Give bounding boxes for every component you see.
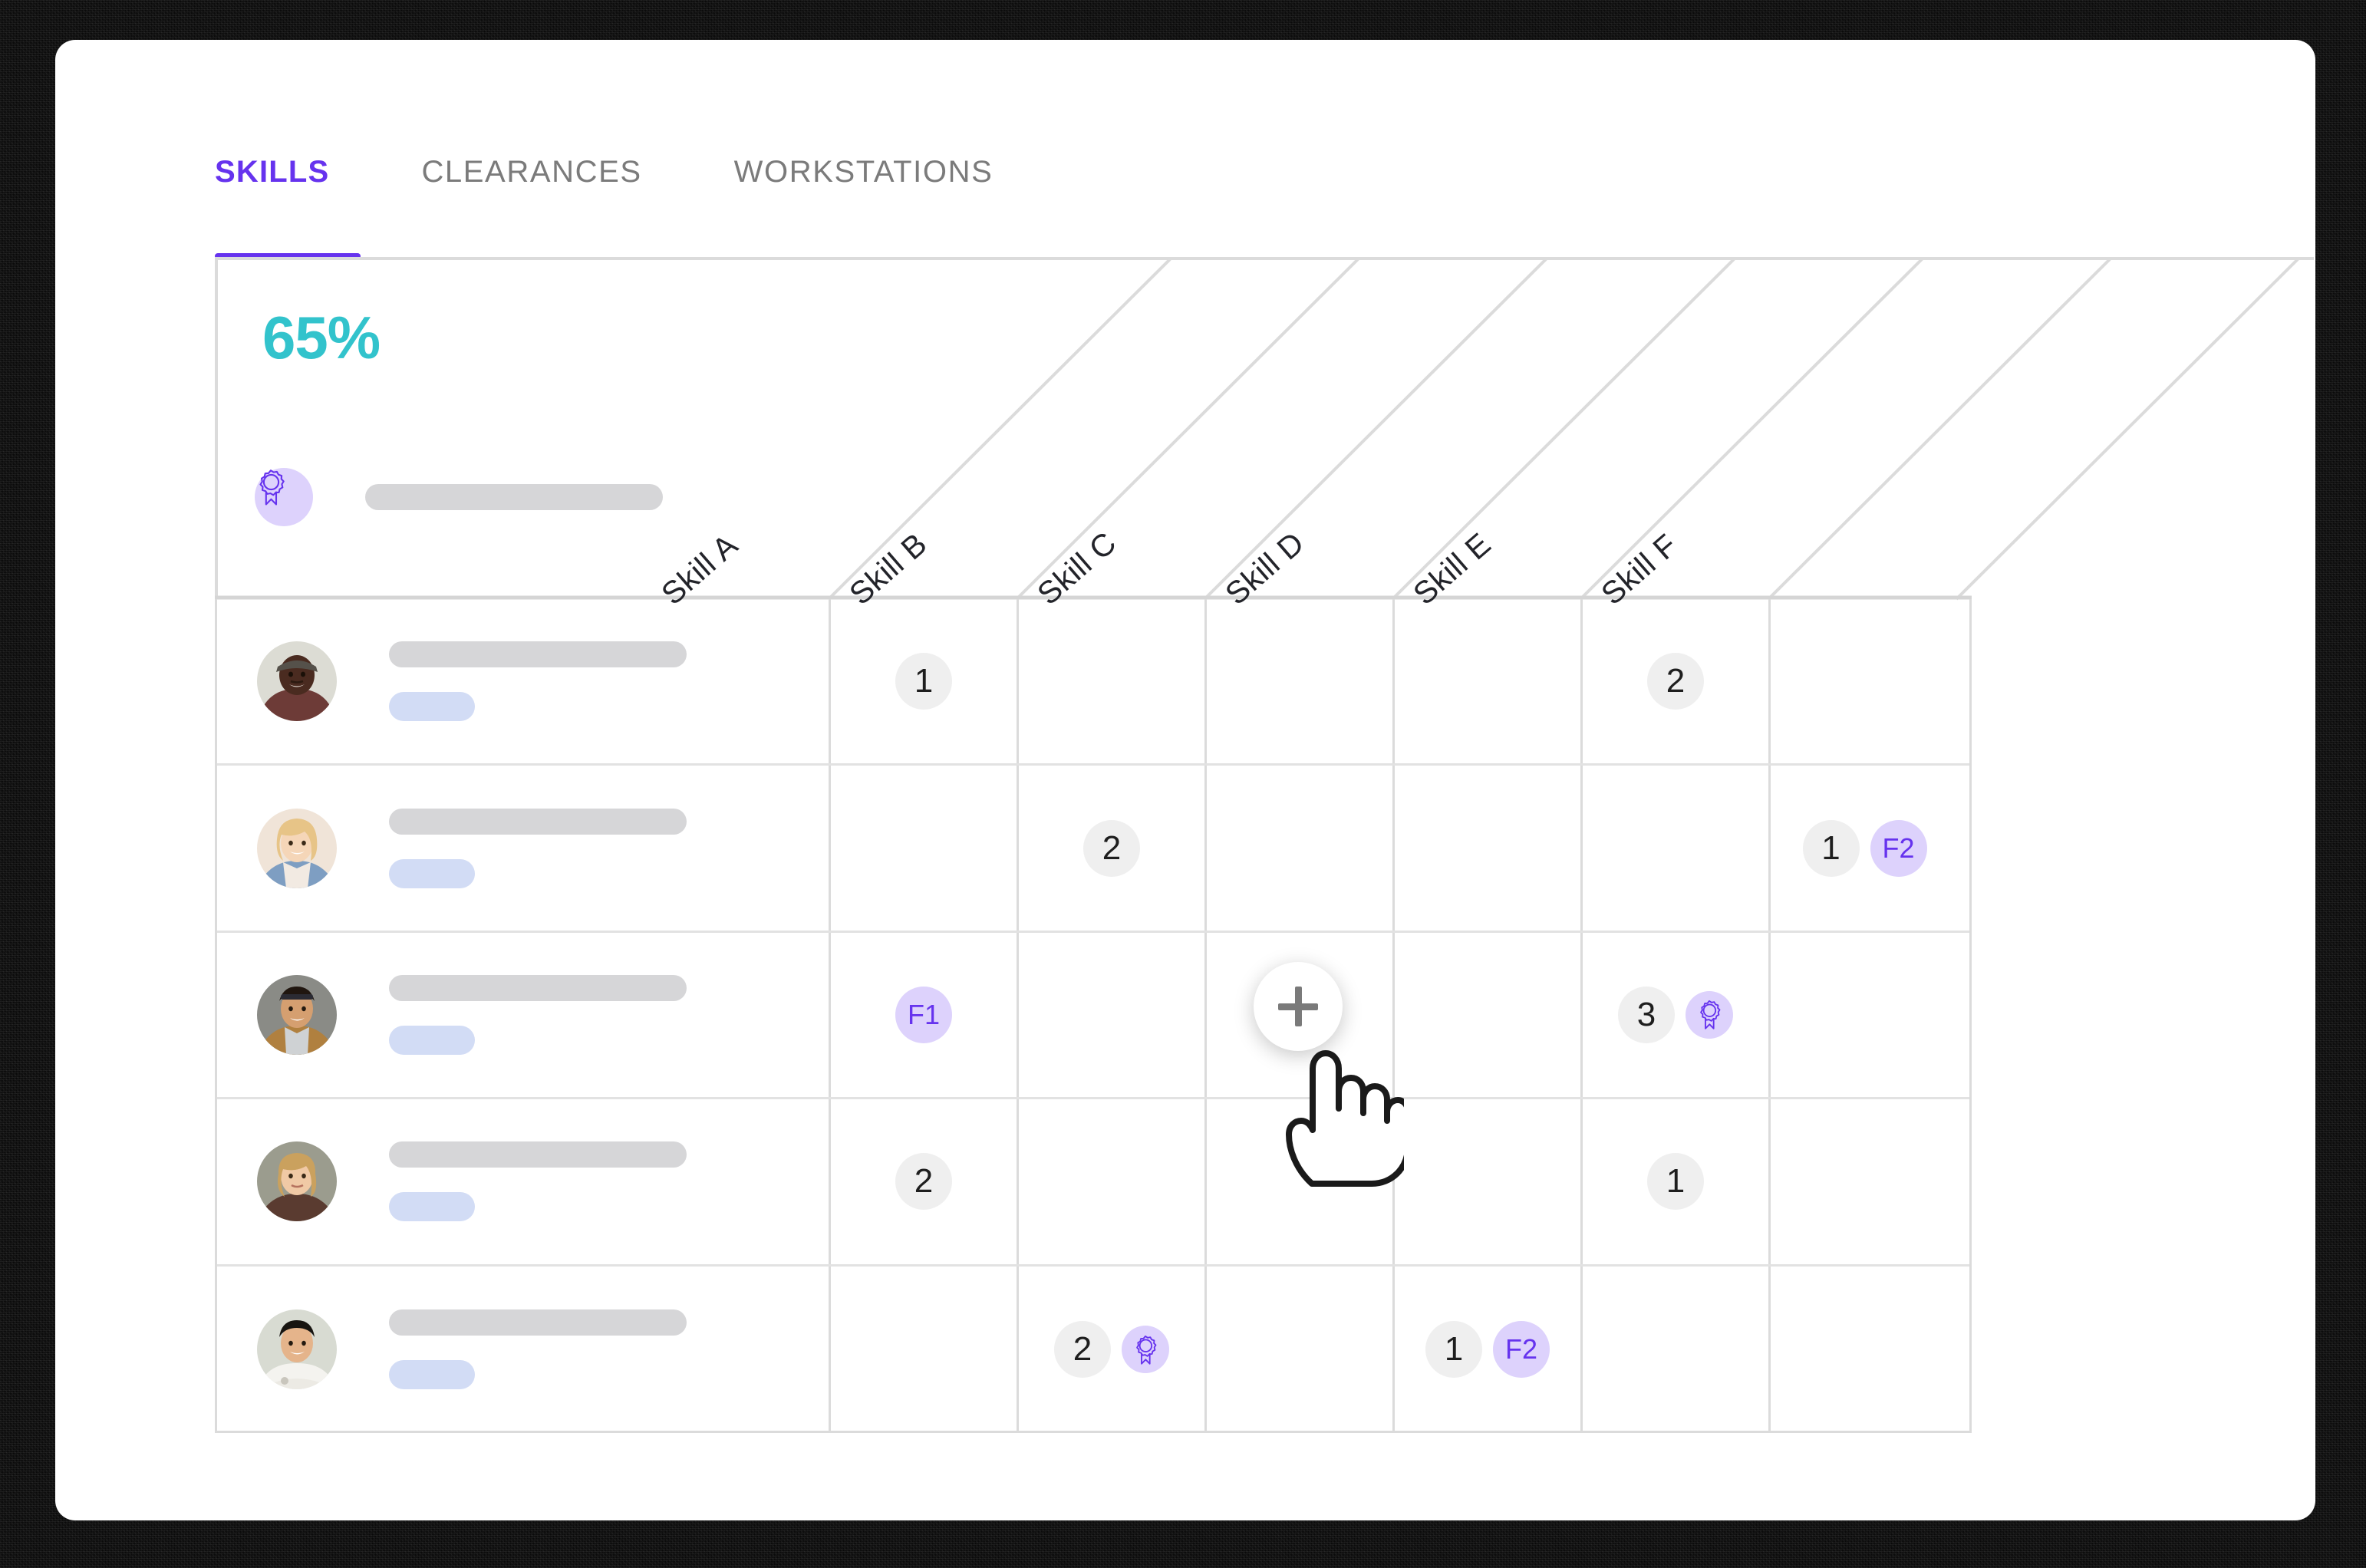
table-row[interactable]: 2 1 F2 <box>217 766 1969 933</box>
role-badge-bar <box>389 1025 475 1055</box>
table-row[interactable]: F1 3 <box>217 932 1969 1100</box>
role-badge-bar <box>389 1360 475 1390</box>
person-1-avatar <box>257 641 337 722</box>
role-badge-bar <box>389 692 475 722</box>
matrix-column-header-band: 65% Skill A Skill B Skill C Skill D Skil… <box>215 257 2314 611</box>
row-name-placeholder <box>389 1309 687 1390</box>
level-badge[interactable]: 2 <box>1647 653 1704 710</box>
matrix-grid-body: 1 2 2 1 F2 F1 3 2 1 2 1 F2 <box>215 599 1972 1433</box>
level-badge[interactable]: 1 <box>1425 1321 1482 1379</box>
flag-badge[interactable]: F2 <box>1870 819 1927 877</box>
cell-r3-skill-b[interactable] <box>1019 932 1207 1098</box>
cell-r1-skill-f[interactable] <box>1771 599 1959 763</box>
row-name-placeholder <box>389 808 687 888</box>
cell-r2-skill-d[interactable] <box>1395 766 1583 931</box>
person-3-avatar <box>257 974 337 1055</box>
cell-r4-skill-b[interactable] <box>1019 1099 1207 1264</box>
cell-r2-skill-a[interactable] <box>831 766 1019 931</box>
cell-r4-skill-a[interactable]: 2 <box>831 1099 1019 1264</box>
tab-skills[interactable]: SKILLS <box>215 155 329 223</box>
table-row[interactable]: 2 1 F2 <box>217 1266 1969 1433</box>
name-bar <box>389 974 687 1001</box>
flag-badge[interactable]: F1 <box>895 986 952 1043</box>
cell-r5-skill-f[interactable] <box>1771 1267 1959 1433</box>
level-badge[interactable]: 2 <box>1054 1321 1111 1379</box>
row-identity-cell <box>217 1099 831 1264</box>
level-badge[interactable]: 1 <box>1802 819 1860 877</box>
cell-r2-skill-c[interactable] <box>1207 766 1395 931</box>
cell-r3-skill-d[interactable] <box>1395 932 1583 1098</box>
cell-r5-skill-c[interactable] <box>1207 1266 1395 1433</box>
cell-r5-skill-b[interactable]: 2 <box>1019 1266 1207 1433</box>
cell-r3-skill-a[interactable]: F1 <box>831 932 1019 1098</box>
matrix-header-identity <box>255 468 663 526</box>
cell-r1-skill-e[interactable]: 2 <box>1583 599 1771 764</box>
table-row[interactable]: 1 2 <box>217 599 1969 766</box>
cell-r2-skill-f[interactable]: 1 F2 <box>1771 766 1959 930</box>
cell-r4-skill-d[interactable] <box>1395 1099 1583 1264</box>
cell-r1-skill-a[interactable]: 1 <box>831 599 1019 764</box>
row-name-placeholder <box>389 641 687 722</box>
role-badge-bar <box>389 1192 475 1222</box>
level-badge[interactable]: 3 <box>1618 986 1675 1043</box>
level-badge[interactable]: 2 <box>1083 819 1140 877</box>
role-badge-bar <box>389 858 475 888</box>
cell-r4-skill-c[interactable] <box>1207 1099 1395 1264</box>
cell-r2-skill-b[interactable]: 2 <box>1019 766 1207 931</box>
person-4-avatar <box>257 1141 337 1222</box>
level-badge[interactable]: 1 <box>1647 1153 1704 1211</box>
tab-workstations[interactable]: WORKSTATIONS <box>734 155 994 223</box>
table-row[interactable]: 2 1 <box>217 1099 1969 1267</box>
flag-badge[interactable]: F2 <box>1493 1321 1550 1379</box>
cell-r1-skill-c[interactable] <box>1207 599 1395 764</box>
row-identity-cell <box>217 1266 831 1433</box>
cell-r1-skill-b[interactable] <box>1019 599 1207 764</box>
cell-r5-skill-e[interactable] <box>1583 1266 1771 1433</box>
completion-percentage: 65% <box>262 304 381 371</box>
tab-clearances[interactable]: CLEARANCES <box>421 155 641 223</box>
cell-r1-skill-d[interactable] <box>1395 599 1583 764</box>
award-ribbon-icon[interactable] <box>1686 990 1733 1039</box>
cell-r5-skill-d[interactable]: 1 F2 <box>1395 1266 1583 1433</box>
cell-r5-skill-a[interactable] <box>831 1266 1019 1433</box>
name-bar <box>389 808 687 835</box>
cell-r3-skill-f[interactable] <box>1771 933 1959 1097</box>
row-identity-cell <box>217 599 831 764</box>
row-identity-cell <box>217 766 831 931</box>
name-placeholder-bar <box>365 484 663 510</box>
name-bar <box>389 641 687 668</box>
cell-r4-skill-e[interactable]: 1 <box>1583 1099 1771 1264</box>
person-2-avatar <box>257 808 337 888</box>
cell-r3-skill-e[interactable]: 3 <box>1583 932 1771 1098</box>
row-name-placeholder <box>389 1141 687 1222</box>
row-identity-cell <box>217 932 831 1098</box>
skills-matrix-table: 65% Skill A Skill B Skill C Skill D Skil… <box>215 257 2314 1433</box>
add-skill-button[interactable] <box>1254 962 1343 1051</box>
tab-bar: SKILLS CLEARANCES WORKSTATIONS <box>215 155 993 223</box>
name-bar <box>389 1141 687 1168</box>
skills-matrix-card: SKILLS CLEARANCES WORKSTATIONS 65% Skill… <box>55 40 2315 1520</box>
award-ribbon-icon[interactable] <box>1122 1326 1169 1374</box>
level-badge[interactable]: 1 <box>895 653 952 710</box>
award-ribbon-icon <box>255 468 313 526</box>
level-badge[interactable]: 2 <box>895 1153 952 1211</box>
plus-icon <box>1294 987 1302 1026</box>
row-name-placeholder <box>389 974 687 1055</box>
cell-r4-skill-f[interactable] <box>1771 1099 1959 1263</box>
cell-r2-skill-e[interactable] <box>1583 766 1771 931</box>
name-bar <box>389 1309 687 1336</box>
person-5-avatar <box>257 1309 337 1390</box>
